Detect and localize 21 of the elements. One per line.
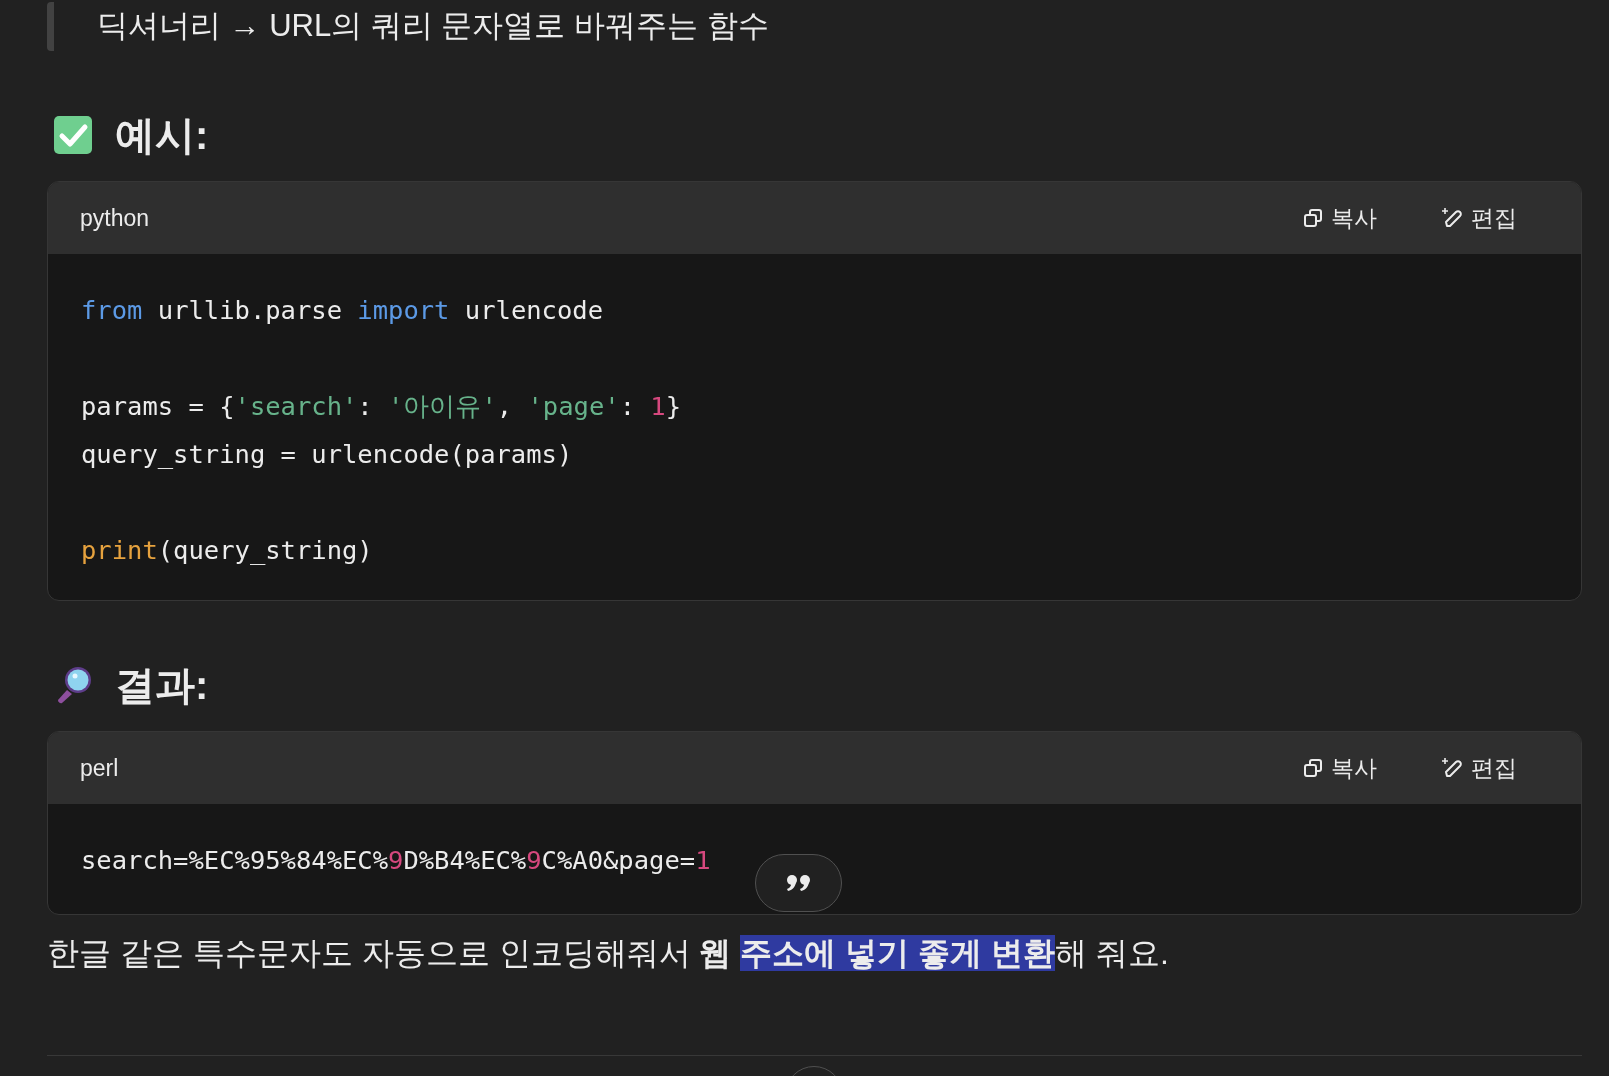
quote-icon: [785, 874, 812, 892]
paragraph-text: 한글 같은 특수문자도 자동으로 인코딩해줘서 웹 주소에 넣기 좋게 변환해 줘요.: [47, 934, 1170, 973]
copy-icon: [1303, 208, 1323, 228]
pencil-icon: [1441, 207, 1463, 229]
language-label: perl: [80, 753, 120, 783]
code-line: from urllib.parse import urlencode: [81, 295, 603, 325]
section-heading: 예시:: [115, 112, 209, 159]
code-line: params = {'search': '아이유', 'page': 1}: [81, 391, 682, 421]
copy-button[interactable]: 복사: [1303, 200, 1377, 236]
code-line: search=%EC%95%84%EC%9D%B4%EC%9C%A0&page=1: [81, 845, 711, 875]
pencil-icon: [1441, 757, 1463, 779]
language-label: python: [80, 203, 151, 233]
code-line: query_string = urlencode(params): [81, 439, 573, 469]
blockquote-text: 딕셔너리 → URL의 쿼리 문자열로 바꿔주는 함수: [47, 2, 1582, 51]
check-mark-icon: [53, 115, 93, 155]
section-heading: 결과:: [115, 662, 209, 709]
code-line: print(query_string): [81, 535, 373, 565]
copy-button[interactable]: 복사: [1303, 750, 1377, 786]
edit-button[interactable]: 편집: [1441, 200, 1517, 236]
copy-icon: [1303, 758, 1323, 778]
edit-button[interactable]: 편집: [1441, 750, 1517, 786]
